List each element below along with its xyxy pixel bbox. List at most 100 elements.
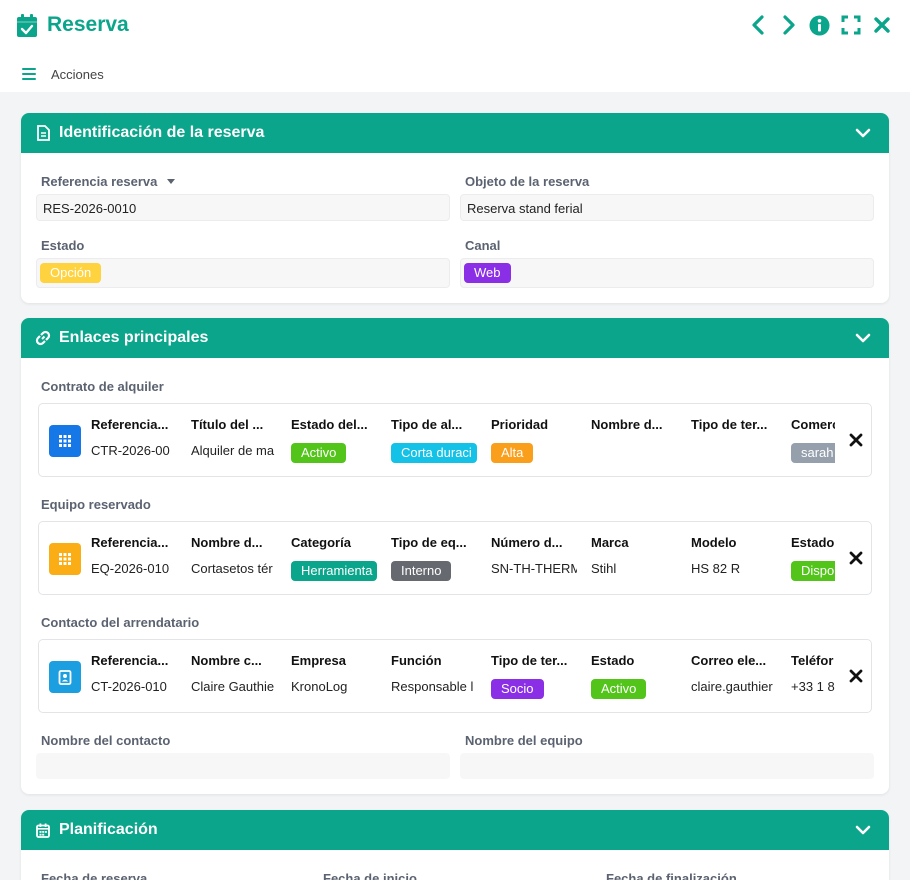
fecha-inicio-label: Fecha de inicio <box>323 871 417 880</box>
equipo-label: Equipo reservado <box>41 497 151 512</box>
referencia-field[interactable]: RES-2026-0010 <box>36 194 450 221</box>
nombre-value: Cortasetos tér <box>191 561 273 576</box>
column-header: Referencia... <box>91 535 169 550</box>
chevron-left-icon <box>751 15 764 35</box>
planificacion-section-header[interactable]: Planificación <box>21 810 889 850</box>
estado-field[interactable]: Opción <box>36 258 450 288</box>
column-header: Referencia... <box>91 417 169 432</box>
calendar-check-icon <box>17 14 37 37</box>
canal-badge: Web <box>464 263 511 283</box>
calendar-icon <box>36 823 50 838</box>
close-button[interactable] <box>871 14 892 36</box>
enlaces-section: Enlaces principales Contrato de alquiler… <box>21 318 889 794</box>
column-header: Categoría <box>291 535 351 550</box>
planificacion-section: Planificación Fecha de reserva Fecha de … <box>21 810 889 880</box>
column-header: Referencia... <box>91 653 169 668</box>
contrato-link-card[interactable]: Referencia... CTR-2026-00 Título del ... A… <box>38 403 872 477</box>
remove-link-icon[interactable] <box>849 551 863 565</box>
column-header: Correo ele... <box>691 653 767 668</box>
referencia-value: CTR-2026-00 <box>91 443 170 458</box>
caret-down-icon[interactable] <box>166 178 176 186</box>
fullscreen-button[interactable] <box>840 14 861 36</box>
canal-label: Canal <box>465 238 501 253</box>
estado-badge: Activo <box>591 679 647 699</box>
nombre-value: Claire Gauthie <box>191 679 275 694</box>
contacto-label: Contacto del arrendatario <box>41 615 200 630</box>
document-icon <box>37 125 50 141</box>
column-header: Estado del... <box>291 417 368 432</box>
column-header: Nombre c... <box>191 653 262 668</box>
column-header: Nombre d... <box>591 417 663 432</box>
column-header: Tipo de al... <box>391 417 463 432</box>
grid-icon <box>49 543 81 575</box>
column-header: Tipo de ter... <box>691 417 768 432</box>
telefono-value: +33 1 8 <box>791 679 835 694</box>
funcion-value: Responsable l <box>391 679 474 694</box>
menu-icon[interactable] <box>22 68 36 80</box>
close-icon <box>873 17 890 33</box>
remove-link-icon[interactable] <box>849 433 863 447</box>
comercial-badge: sarah <box>791 443 835 463</box>
form-content: Identificación de la reserva Referencia … <box>0 92 910 880</box>
column-header: Estado <box>591 653 635 668</box>
enlaces-section-header[interactable]: Enlaces principales <box>21 318 889 358</box>
chevron-down-icon <box>855 825 871 835</box>
marca-value: Stihl <box>591 561 617 576</box>
column-header: Tipo de eq... <box>391 535 467 550</box>
equipo-link-card[interactable]: Referencia... EQ-2026-010 Nombre d... Cort… <box>38 521 872 595</box>
correo-value: claire.gauthier <box>691 679 773 694</box>
estado-badge: Dispo <box>791 561 835 581</box>
column-header: Estado <box>791 535 835 550</box>
nombre-contacto-label: Nombre del contacto <box>41 733 171 748</box>
modelo-value: HS 82 R <box>691 561 741 576</box>
column-header: Función <box>391 653 442 668</box>
remove-link-icon[interactable] <box>849 669 863 683</box>
column-header: Comerc <box>791 417 835 432</box>
referencia-label: Referencia reserva <box>41 174 176 189</box>
section-title: Identificación de la reserva <box>59 124 265 141</box>
estado-badge: Opción <box>40 263 102 283</box>
column-header: Nombre d... <box>191 535 263 550</box>
fullscreen-icon <box>841 15 860 35</box>
nombre-contacto-field[interactable] <box>36 753 450 779</box>
estado-label: Estado <box>41 238 85 253</box>
page-title: Reserva <box>47 13 129 36</box>
next-record-button[interactable] <box>778 14 799 36</box>
tipo-tercero-badge: Socio <box>491 679 544 699</box>
objeto-label: Objeto de la reserva <box>465 174 590 189</box>
column-header: Marca <box>591 535 629 550</box>
prioridad-badge: Alta <box>491 443 534 463</box>
link-icon <box>35 330 51 346</box>
column-header: Número d... <box>491 535 563 550</box>
contrato-label: Contrato de alquiler <box>41 379 164 394</box>
chevron-down-icon <box>855 128 871 138</box>
categoria-badge: Herramienta <box>291 561 377 581</box>
actions-bar: Acciones <box>0 60 910 90</box>
identificacion-section-header[interactable]: Identificación de la reserva <box>21 113 889 153</box>
window-header: Reserva <box>0 0 910 52</box>
info-icon <box>809 15 830 35</box>
nombre-equipo-field[interactable] <box>460 753 874 779</box>
referencia-value: EQ-2026-010 <box>91 561 170 576</box>
column-header: Título del ... <box>191 417 264 432</box>
info-button[interactable] <box>809 14 830 36</box>
section-title: Enlaces principales <box>59 329 209 346</box>
identificacion-section: Identificación de la reserva Referencia … <box>21 113 889 303</box>
previous-record-button[interactable] <box>747 14 768 36</box>
tipo-equipo-badge: Interno <box>391 561 452 581</box>
column-header: Tipo de ter... <box>491 653 568 668</box>
fecha-fin-label: Fecha de finalización <box>606 871 737 880</box>
contact-card-icon <box>49 661 81 693</box>
grid-icon <box>49 425 81 457</box>
canal-field[interactable]: Web <box>460 258 874 288</box>
actions-menu[interactable]: Acciones <box>51 67 104 82</box>
nombre-equipo-label: Nombre del equipo <box>465 733 583 748</box>
numero-serie-value: SN-TH-THERM <box>491 561 577 576</box>
titulo-value: Alquiler de ma <box>191 443 275 458</box>
chevron-right-icon <box>782 15 795 35</box>
contacto-link-card[interactable]: Referencia... CT-2026-010 Nombre c... Clai… <box>38 639 872 713</box>
tipo-badge: Corta duraci <box>391 443 477 463</box>
column-header: Modelo <box>691 535 737 550</box>
empresa-value: KronoLog <box>291 679 348 694</box>
objeto-field[interactable]: Reserva stand ferial <box>460 194 874 221</box>
